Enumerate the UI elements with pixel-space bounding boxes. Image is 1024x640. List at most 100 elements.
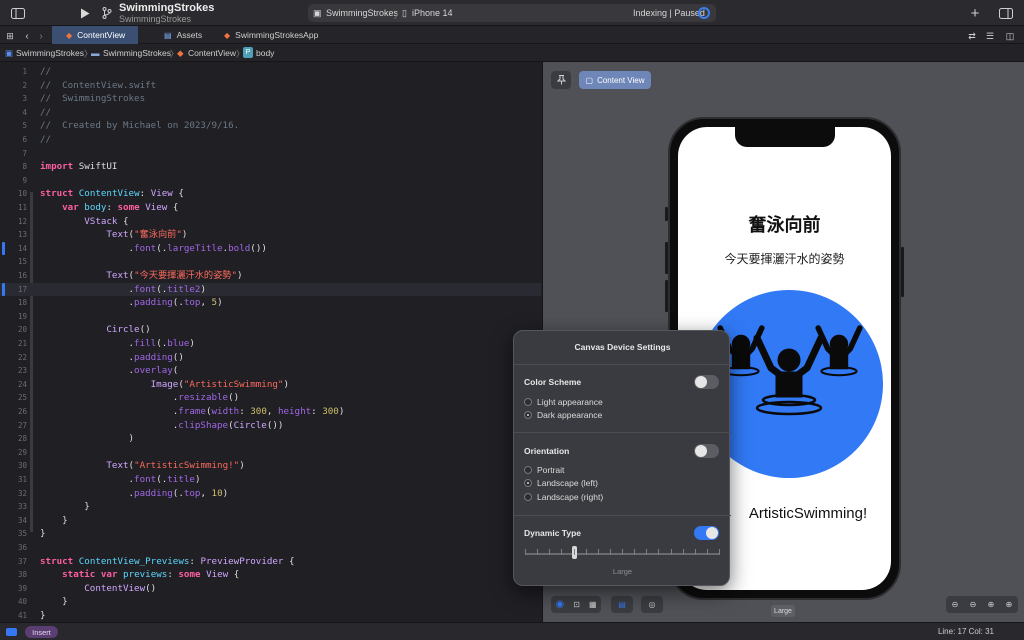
code-token: . [40,392,179,404]
code-line[interactable]: 15 [0,255,541,269]
code-line[interactable]: 22 .padding() [0,351,541,365]
code-line[interactable]: 11 var body: some View { [0,201,541,215]
code-line[interactable]: 18 .padding(.top, 5) [0,296,541,310]
code-line[interactable]: 17 .font(.title2) [0,282,541,297]
inspector-toggle-icon[interactable] [998,4,1014,22]
variants-button[interactable]: ◎ [641,596,663,613]
radio-dark-appearance[interactable]: Dark appearance [524,410,602,420]
add-icon[interactable]: + [968,4,982,22]
code-line[interactable]: 12 VStack { [0,215,541,229]
pin-icon[interactable] [551,71,571,89]
code-line[interactable]: 29 [0,446,541,460]
code-token: SwiftUI [73,161,118,173]
zoom-actual-icon[interactable]: ⊕ [1006,600,1013,609]
code-line[interactable]: 20 Circle() [0,323,541,337]
code-line[interactable]: 4 // [0,106,541,120]
variants-icon[interactable]: ▦ [589,600,597,609]
code-line[interactable]: 10 struct ContentView: View { [0,187,541,201]
destination-selector[interactable]: iPhone 14 [412,8,453,18]
swap-icon[interactable]: ⇄ [966,27,978,45]
code-line[interactable]: 21 .fill(.blue) [0,337,541,351]
tab-swimmingstrokesapp[interactable]: ◆ SwimmingStrokesApp [210,26,330,44]
code-text: import SwiftUI [40,160,117,174]
project-icon: ▣ [5,48,14,58]
code-line[interactable]: 7 [0,147,541,161]
code-line[interactable]: 5 // Created by Michael on 2023/9/16. [0,119,541,133]
code-line[interactable]: 35} [0,527,541,541]
content-view-button[interactable]: ▢ Content View [579,71,651,89]
color-scheme-toggle[interactable] [694,375,719,389]
toggle-knob [695,376,707,388]
breadcrumb-file[interactable]: ContentView [188,48,236,58]
code-token: { [172,188,184,200]
back-icon[interactable]: ‹ [22,27,32,45]
forward-icon[interactable]: › [36,27,46,45]
code-line[interactable]: 37 struct ContentView_Previews: PreviewPr… [0,555,541,569]
breadcrumb-symbol[interactable]: body [256,48,274,58]
zoom-fit-icon[interactable]: ⊖ [970,600,977,609]
code-line[interactable]: 16 Text("今天要揮灑汗水的姿勢") [0,269,541,283]
device-settings-button[interactable]: ▤ [611,596,633,613]
slider-tick [574,549,575,555]
code-line[interactable]: 25 .resizable() [0,391,541,405]
code-line[interactable]: 40 } [0,595,541,609]
editor-options-icon[interactable]: ☰ [984,27,996,45]
code-line[interactable]: 23 .overlay( [0,364,541,378]
code-line[interactable]: 8 import SwiftUI [0,160,541,174]
code-line[interactable]: 6 // [0,133,541,147]
orientation-toggle[interactable] [694,444,719,458]
code-line[interactable]: 24 Image("ArtisticSwimming") [0,378,541,392]
radio-portrait[interactable]: Portrait [524,465,564,475]
radio-landscape-left[interactable]: Landscape (left) [524,478,598,488]
code-line[interactable]: 1 // [0,65,541,79]
code-editor[interactable]: 1 // 2 // ContentView.swift 3 // SwimmingStro… [0,62,541,622]
line-number: 39 [17,583,27,593]
selectable-mode-icon[interactable]: ⊡ [573,600,580,609]
tab-contentview[interactable]: ◆ ContentView [52,26,138,44]
project-name[interactable]: SwimmingStrokes [119,2,214,14]
code-token: } [40,610,46,621]
grid-icon[interactable]: ⊞ [4,27,16,45]
code-line[interactable]: 3 // SwimmingStrokes [0,92,541,106]
live-mode-icon[interactable]: ◉ [556,599,565,610]
code-line[interactable]: 31 .font(.title) [0,473,541,487]
code-line[interactable]: 39 ContentView() [0,582,541,596]
run-icon[interactable] [78,4,92,22]
line-number: 35 [17,529,27,539]
code-line[interactable]: 13 Text("奮泳向前") [0,228,541,242]
zoom-out-icon[interactable]: ⊖ [952,600,959,609]
zoom-in-icon[interactable]: ⊕ [988,600,995,609]
code-line[interactable]: 27 .clipShape(Circle()) [0,419,541,433]
code-line[interactable]: 30 Text("ArtisticSwimming!") [0,459,541,473]
branch-icon[interactable] [100,4,114,22]
code-line[interactable]: 38 static var previews: some View { [0,568,541,582]
debug-area-toggle-icon[interactable] [6,628,17,636]
code-line[interactable]: 41} [0,609,541,623]
code-token: // [40,106,52,118]
breadcrumb-project[interactable]: SwimmingStrokes [16,48,84,58]
code-token: ContentView_Previews [78,555,190,567]
code-line[interactable]: 2 // ContentView.swift [0,79,541,93]
swift-file-icon: ◆ [66,30,73,40]
code-line[interactable]: 33 } [0,500,541,514]
code-line[interactable]: 28 ) [0,432,541,446]
preview-title: 奮泳向前 [748,215,821,236]
code-line[interactable]: 26 .frame(width: 300, height: 300) [0,405,541,419]
code-line[interactable]: 34 } [0,514,541,528]
breadcrumb-group[interactable]: SwimmingStrokes [103,48,171,58]
sidebar-toggle-icon[interactable] [10,4,26,22]
split-editor-icon[interactable]: ◫ [1004,27,1016,45]
line-number: 26 [17,407,27,416]
radio-landscape-right[interactable]: Landscape (right) [524,492,603,502]
code-line[interactable]: 19 [0,310,541,324]
scheme-selector[interactable]: SwimmingStrokes [326,8,398,18]
dynamic-type-toggle[interactable] [694,526,719,540]
code-line[interactable]: 14 .font(.largeTitle.bold()) [0,241,541,256]
code-line[interactable]: 36 [0,541,541,555]
radio-light-appearance[interactable]: Light appearance [524,397,603,407]
code-line[interactable]: 32 .padding(.top, 10) [0,487,541,501]
swift-file-icon: ◆ [177,48,184,58]
code-line[interactable]: 9 [0,174,541,188]
code-text: .overlay( [40,364,179,378]
